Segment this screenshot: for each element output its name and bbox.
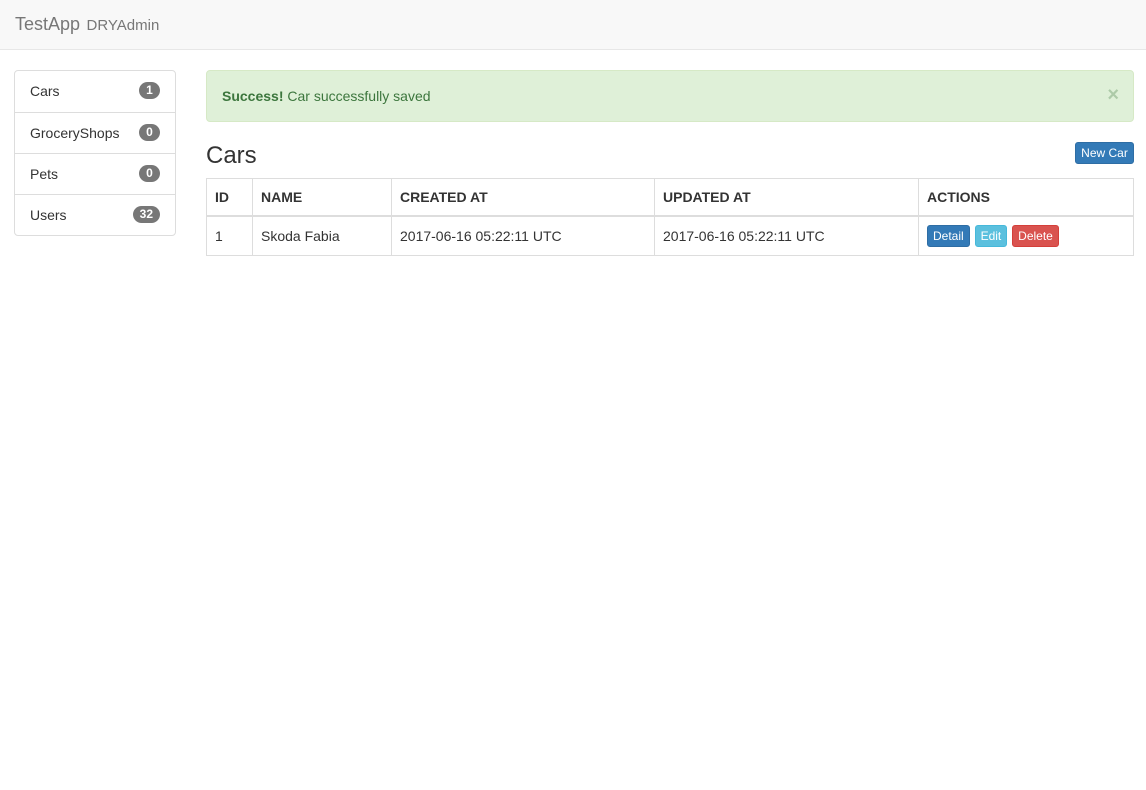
alert-text: Success! Car successfully saved: [222, 88, 431, 104]
brand-name[interactable]: TestApp: [15, 14, 80, 34]
navbar: TestApp DRYAdmin: [0, 0, 1146, 50]
count-badge: 32: [132, 206, 160, 223]
close-icon[interactable]: ×: [1107, 85, 1119, 105]
success-alert: Success! Car successfully saved ×: [206, 70, 1134, 122]
brand-subtitle: DRYAdmin: [86, 17, 160, 34]
count-badge: 0: [139, 165, 160, 182]
sidebar-item-pets[interactable]: Pets 0: [15, 153, 175, 194]
sidebar-item-label: Users: [30, 207, 67, 223]
edit-button[interactable]: Edit: [974, 224, 1008, 247]
column-header-created-at: CREATED AT: [391, 178, 655, 217]
table-header-row: ID NAME CREATED AT UPDATED AT ACTIONS: [206, 178, 1134, 217]
sidebar-item-cars[interactable]: Cars 1: [15, 71, 175, 112]
cell-id: 1: [206, 215, 253, 256]
count-badge: 0: [139, 124, 160, 141]
new-car-button[interactable]: New Car: [1075, 142, 1134, 164]
count-badge: 1: [139, 82, 160, 99]
table-row: 1 Skoda Fabia 2017-06-16 05:22:11 UTC 20…: [206, 215, 1134, 256]
alert-message: Car successfully saved: [287, 88, 431, 104]
cell-actions: Detail Edit Delete: [918, 215, 1134, 256]
sidebar-item-label: GroceryShops: [30, 125, 120, 141]
sidebar: Cars 1 GroceryShops 0 Pets 0 Users 32: [14, 70, 176, 236]
cell-updated-at: 2017-06-16 05:22:11 UTC: [654, 215, 919, 256]
sidebar-item-label: Cars: [30, 83, 60, 99]
column-header-updated-at: UPDATED AT: [654, 178, 919, 217]
column-header-actions: ACTIONS: [918, 178, 1134, 217]
sidebar-item-label: Pets: [30, 166, 59, 182]
delete-button[interactable]: Delete: [1012, 224, 1059, 247]
cell-name: Skoda Fabia: [252, 215, 392, 256]
column-header-id: ID: [206, 178, 253, 217]
cars-table: ID NAME CREATED AT UPDATED AT ACTIONS 1 …: [206, 178, 1134, 256]
column-header-name: NAME: [252, 178, 392, 217]
detail-button[interactable]: Detail: [927, 224, 970, 247]
page-title: Cars: [206, 142, 257, 169]
sidebar-item-groceryshops[interactable]: GroceryShops 0: [15, 112, 175, 153]
navbar-brand[interactable]: TestApp DRYAdmin: [15, 13, 159, 37]
sidebar-item-users[interactable]: Users 32: [15, 194, 175, 235]
cell-created-at: 2017-06-16 05:22:11 UTC: [391, 215, 655, 256]
alert-strong: Success!: [222, 88, 284, 104]
